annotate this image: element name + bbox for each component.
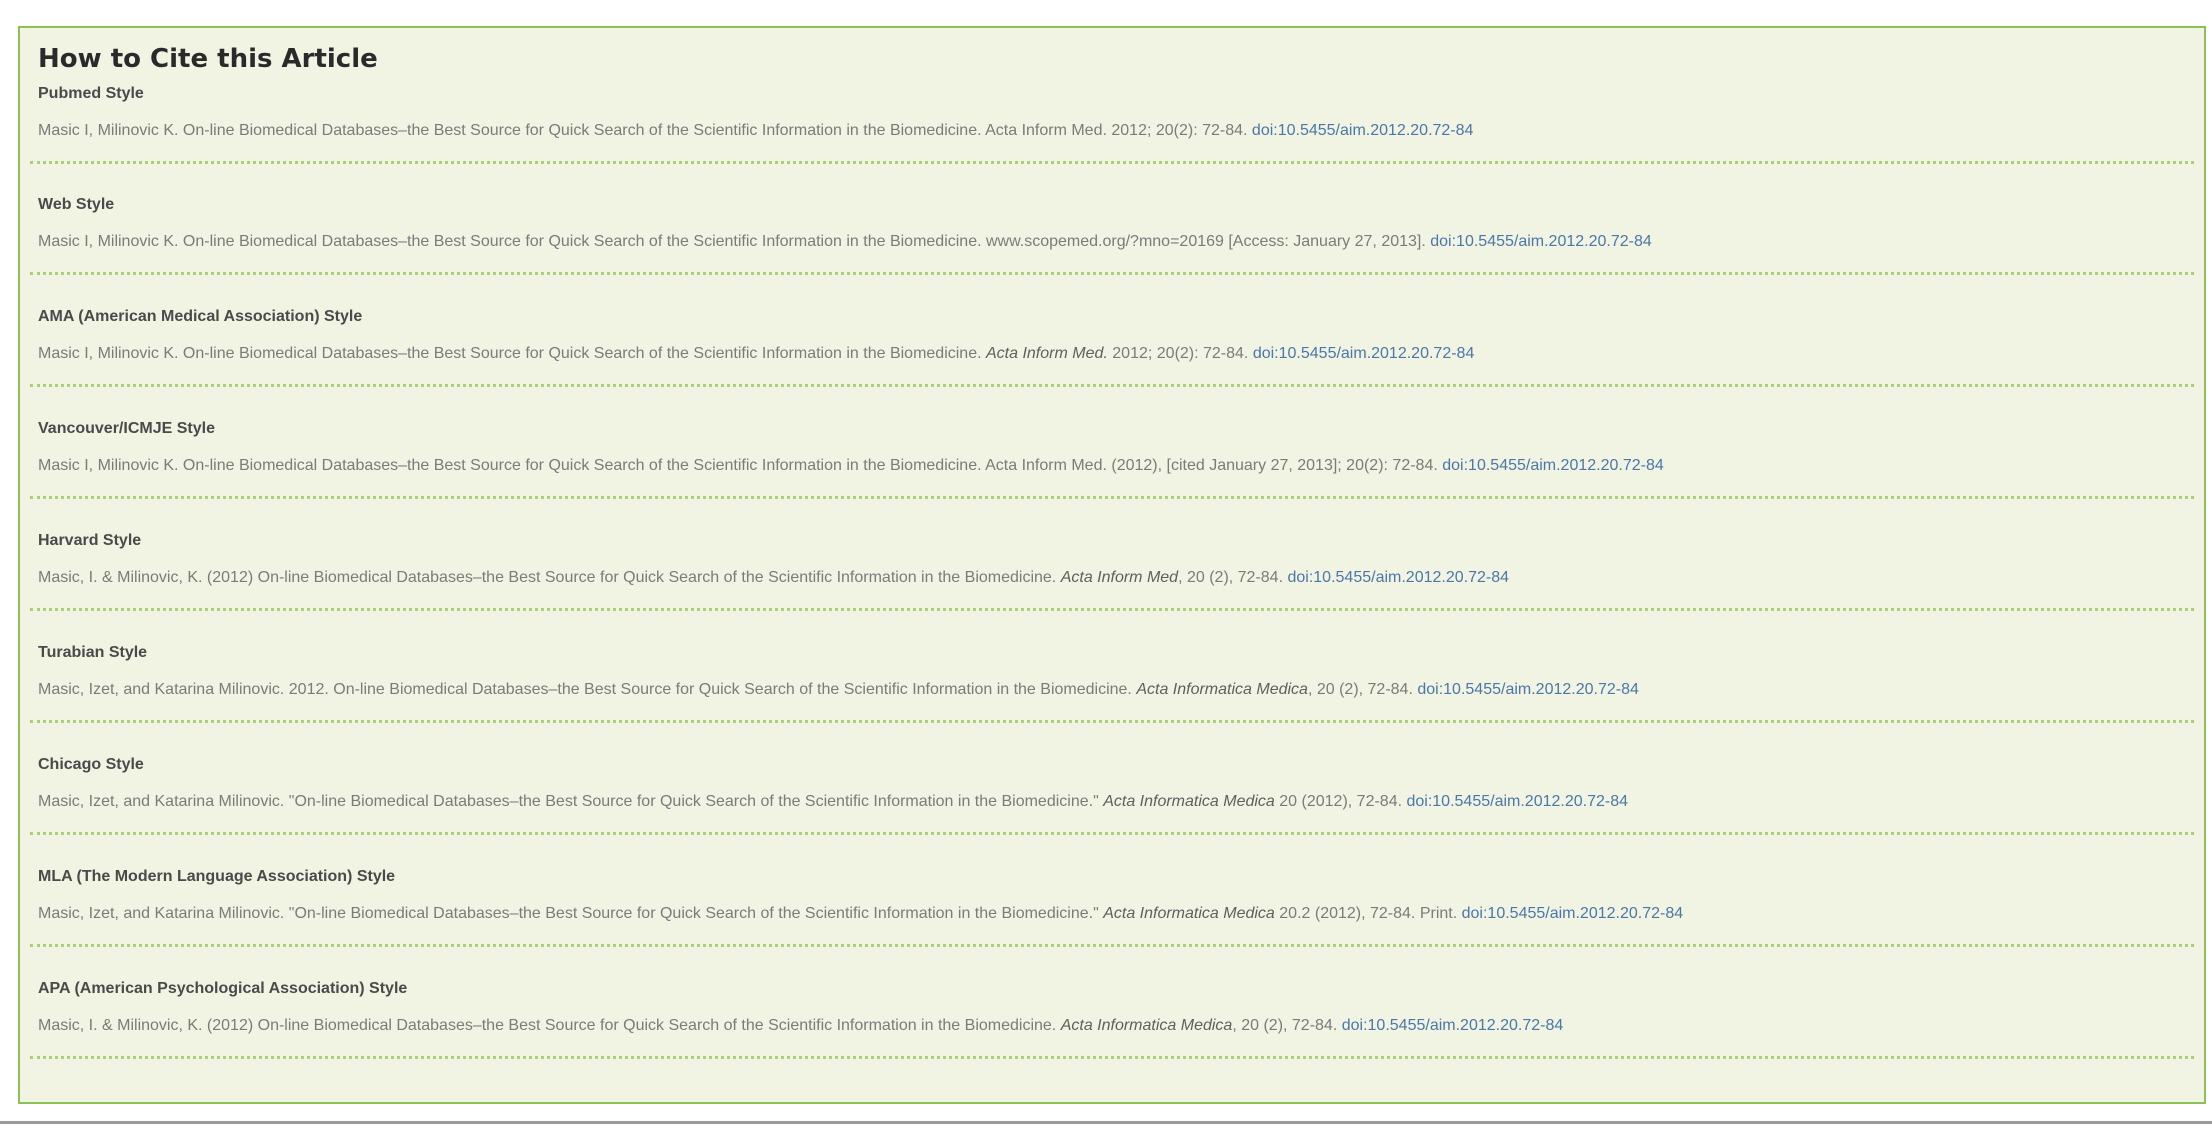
citation-text: Masic I, Milinovic K. On-line Biomedical…: [38, 121, 1473, 141]
citation-section: Vancouver/ICMJE Style Masic I, Milinovic …: [30, 415, 2194, 527]
citation-main-text: Masic I, Milinovic K. On-line Biomedical…: [38, 457, 1438, 474]
section-divider: [30, 272, 2194, 275]
citation-style-name: MLA (The Modern Language Association) St…: [38, 868, 396, 885]
citation-volume-pages: 2012; 20(2): 72-84.: [1112, 345, 1249, 362]
section-divider: [30, 944, 2194, 947]
citation-volume-pages: , 20 (2), 72-84.: [1307, 681, 1413, 698]
citation-main-text: Masic, Izet, and Katarina Milinovic. "On…: [38, 793, 1099, 810]
citation-style-name: Web Style: [38, 196, 115, 213]
doi-link[interactable]: doi:10.5455/aim.2012.20.72-84: [1342, 1017, 1564, 1034]
citation-volume-pages: , 20 (2), 72-84.: [1232, 1017, 1338, 1034]
citation-volume-pages: , 20 (2), 72-84.: [1178, 569, 1284, 586]
citation-list: Pubmed Style Masic I, Milinovic K. On-lin…: [30, 80, 2194, 1087]
section-divider: [30, 1056, 2194, 1059]
section-divider: [30, 832, 2194, 835]
citation-main-text: Masic, I. & Milinovic, K. (2012) On-line…: [38, 1017, 1057, 1034]
citation-section: Chicago Style Masic, Izet, and Katarina M…: [30, 751, 2194, 863]
citation-journal-name: Acta Informatica Medica: [1103, 905, 1275, 922]
citation-style-name: Pubmed Style: [38, 85, 144, 102]
section-divider: [30, 608, 2194, 611]
citation-style-name: AMA (American Medical Association) Style: [38, 308, 363, 325]
citation-text: Masic, Izet, and Katarina Milinovic. 201…: [38, 680, 1639, 700]
citation-section: MLA (The Modern Language Association) St…: [30, 863, 2194, 975]
citation-main-text: Masic, Izet, and Katarina Milinovic. 201…: [38, 681, 1132, 698]
citation-style-name: APA (American Psychological Association)…: [38, 980, 408, 997]
doi-link[interactable]: doi:10.5455/aim.2012.20.72-84: [1406, 793, 1628, 810]
doi-link[interactable]: doi:10.5455/aim.2012.20.72-84: [1462, 905, 1684, 922]
citation-section: AMA (American Medical Association) Style…: [30, 303, 2194, 415]
citation-volume-pages: 20.2 (2012), 72-84. Print.: [1279, 905, 1458, 922]
citation-text: Masic I, Milinovic K. On-line Biomedical…: [38, 232, 1652, 252]
citation-journal-name: Acta Informatica Medica: [1060, 1017, 1233, 1034]
section-divider: [30, 161, 2194, 164]
citation-main-text: Masic I, Milinovic K. On-line Biomedical…: [38, 122, 1248, 139]
citation-section: Harvard Style Masic, I. & Milinovic, K. (…: [30, 527, 2194, 639]
citation-text: Masic, Izet, and Katarina Milinovic. "On…: [38, 792, 1628, 812]
doi-link[interactable]: doi:10.5455/aim.2012.20.72-84: [1430, 233, 1652, 250]
citation-section: Web Style Masic I, Milinovic K. On-line B…: [30, 191, 2194, 303]
citation-main-text: Masic, I. & Milinovic, K. (2012) On-line…: [38, 569, 1057, 586]
citation-text: Masic, I. & Milinovic, K. (2012) On-line…: [38, 568, 1509, 588]
citation-volume-pages: 20 (2012), 72-84.: [1279, 793, 1403, 810]
citation-text: Masic I, Milinovic K. On-line Biomedical…: [38, 456, 1664, 476]
citation-style-name: Turabian Style: [38, 644, 148, 661]
citation-journal-name: Acta Informatica Medica: [1136, 681, 1308, 698]
section-divider: [30, 720, 2194, 723]
citation-main-text: Masic I, Milinovic K. On-line Biomedical…: [38, 345, 982, 362]
doi-link[interactable]: doi:10.5455/aim.2012.20.72-84: [1252, 122, 1474, 139]
citation-style-name: Vancouver/ICMJE Style: [38, 420, 215, 437]
citation-style-name: Chicago Style: [38, 756, 144, 773]
citation-section: Turabian Style Masic, Izet, and Katarina …: [30, 639, 2194, 751]
citation-section: Pubmed Style Masic I, Milinovic K. On-lin…: [30, 80, 2194, 191]
doi-link[interactable]: doi:10.5455/aim.2012.20.72-84: [1442, 457, 1664, 474]
citation-text: Masic, Izet, and Katarina Milinovic. "On…: [38, 904, 1683, 924]
cite-box-title: How to Cite this Article: [38, 44, 378, 74]
doi-link[interactable]: doi:10.5455/aim.2012.20.72-84: [1287, 569, 1509, 586]
citation-style-name: Harvard Style: [38, 532, 142, 549]
citation-journal-name: Acta Inform Med: [1060, 569, 1179, 586]
section-divider: [30, 496, 2194, 499]
section-divider: [30, 384, 2194, 387]
citation-section: APA (American Psychological Association)…: [30, 975, 2194, 1087]
page-bottom-rule: [0, 1121, 2212, 1124]
citation-main-text: Masic, Izet, and Katarina Milinovic. "On…: [38, 905, 1099, 922]
how-to-cite-box: How to Cite this Article Pubmed Style Mas…: [18, 26, 2206, 1104]
doi-link[interactable]: doi:10.5455/aim.2012.20.72-84: [1253, 345, 1475, 362]
citation-journal-name: Acta Inform Med.: [986, 345, 1108, 362]
citation-text: Masic, I. & Milinovic, K. (2012) On-line…: [38, 1016, 1563, 1036]
citation-text: Masic I, Milinovic K. On-line Biomedical…: [38, 344, 1474, 364]
citation-main-text: Masic I, Milinovic K. On-line Biomedical…: [38, 233, 1426, 250]
citation-journal-name: Acta Informatica Medica: [1103, 793, 1275, 810]
doi-link[interactable]: doi:10.5455/aim.2012.20.72-84: [1417, 681, 1639, 698]
